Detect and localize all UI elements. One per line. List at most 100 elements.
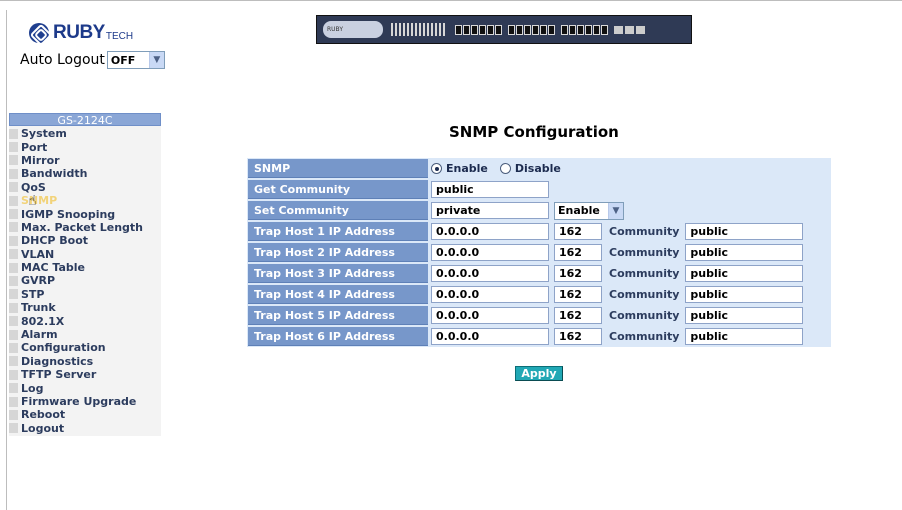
port-group-1	[455, 24, 502, 35]
community-label: Community	[609, 246, 680, 259]
snmp-disable-radio[interactable]	[499, 163, 511, 174]
trap-host-row: Trap Host 4 IP Address 0.0.0.0 162 Commu…	[247, 284, 831, 305]
sidebar-item-max-packet-length[interactable]: Max. Packet Length	[9, 221, 161, 234]
sidebar-item-mirror[interactable]: Mirror	[9, 154, 161, 167]
bullet-icon	[9, 396, 18, 407]
brand-name: RUBY	[53, 22, 105, 43]
auto-logout-select[interactable]: OFF ▼	[106, 51, 165, 69]
snmp-enable-label: Enable	[446, 162, 488, 175]
sidebar-item-tftp-server[interactable]: TFTP Server	[9, 368, 161, 381]
trap-host-ip-input[interactable]: 0.0.0.0	[431, 286, 549, 303]
sidebar-item-vlan[interactable]: VLAN	[9, 248, 161, 261]
community-label: Community	[609, 267, 680, 280]
page-title: SNMP Configuration	[449, 123, 619, 141]
bullet-icon	[9, 316, 18, 327]
get-community-row: Get Community public	[247, 179, 831, 200]
sidebar-item-log[interactable]: Log	[9, 381, 161, 395]
bullet-icon	[9, 409, 18, 420]
bullet-icon	[9, 182, 18, 193]
set-community-input[interactable]: private	[431, 202, 549, 219]
sidebar-item-reboot[interactable]: Reboot	[9, 408, 161, 421]
bullet-icon	[9, 289, 18, 300]
sidebar-item-mac-table[interactable]: MAC Table	[9, 261, 161, 274]
trap-host-label: Trap Host 3 IP Address	[248, 264, 428, 283]
sidebar-item-8021x[interactable]: 802.1X	[9, 314, 161, 328]
trap-host-port-input[interactable]: 162	[554, 265, 602, 282]
get-community-label: Get Community	[248, 180, 428, 199]
bullet-icon	[9, 128, 18, 139]
sidebar-item-diagnostics[interactable]: Diagnostics	[9, 355, 161, 368]
top-border	[0, 0, 902, 1]
trap-host-port-input[interactable]: 162	[554, 307, 602, 324]
snmp-label: SNMP	[248, 159, 428, 178]
chevron-down-icon: ▼	[148, 52, 164, 68]
sidebar-item-qos[interactable]: QoS	[9, 181, 161, 194]
sidebar-item-igmp-snooping[interactable]: IGMP Snooping	[9, 207, 161, 221]
bullet-icon	[9, 235, 18, 246]
trap-host-label: Trap Host 4 IP Address	[248, 285, 428, 304]
trap-host-row: Trap Host 5 IP Address 0.0.0.0 162 Commu…	[247, 305, 831, 326]
trap-host-ip-input[interactable]: 0.0.0.0	[431, 328, 549, 345]
bullet-icon	[9, 262, 18, 273]
sidebar-item-logout[interactable]: Logout	[9, 422, 161, 435]
trap-host-community-input[interactable]: public	[685, 328, 804, 345]
sidebar-item-bandwidth[interactable]: Bandwidth	[9, 167, 161, 180]
bullet-icon	[9, 222, 18, 233]
trap-host-row: Trap Host 6 IP Address 0.0.0.0 162 Commu…	[247, 326, 831, 347]
sidebar-item-system[interactable]: System	[9, 127, 161, 140]
sidebar-item-stp[interactable]: STP	[9, 288, 161, 301]
brand-logo: RUBY TECH	[29, 22, 133, 44]
snmp-radio-group: Enable Disable	[431, 162, 561, 175]
snmp-enable-radio[interactable]	[431, 163, 442, 174]
auto-logout-label: Auto Logout	[20, 52, 105, 68]
community-label: Community	[609, 288, 680, 301]
trap-host-port-input[interactable]: 162	[554, 286, 602, 303]
get-community-input[interactable]: public	[431, 181, 549, 198]
trap-host-ip-input[interactable]: 0.0.0.0	[431, 244, 549, 261]
trap-host-community-input[interactable]: public	[685, 307, 804, 324]
trap-host-label: Trap Host 6 IP Address	[248, 327, 428, 346]
sidebar-item-gvrp[interactable]: GVRP	[9, 274, 161, 287]
trap-host-community-input[interactable]: public	[685, 244, 804, 261]
trap-host-ip-input[interactable]: 0.0.0.0	[431, 223, 549, 240]
sidebar-item-port[interactable]: Port	[9, 140, 161, 154]
snmp-row: SNMP Enable Disable	[247, 158, 831, 179]
trap-host-row: Trap Host 1 IP Address 0.0.0.0 162 Commu…	[247, 221, 831, 242]
trap-host-port-input[interactable]: 162	[554, 328, 602, 345]
device-panel-image: RUBY	[316, 15, 692, 44]
sfp-port-icon	[625, 25, 634, 34]
set-community-state-select[interactable]: Enable ▼	[554, 201, 624, 220]
sidebar-item-firmware-upgrade[interactable]: Firmware Upgrade	[9, 395, 161, 408]
bullet-icon	[9, 356, 18, 367]
logo-mark-icon	[29, 23, 49, 43]
bullet-icon	[9, 383, 18, 394]
trap-host-port-input[interactable]: 162	[554, 244, 602, 261]
sidebar-list: System Port Mirror Bandwidth QoS SNMP IG…	[9, 126, 161, 436]
trap-host-community-input[interactable]: public	[685, 286, 804, 303]
auto-logout: Auto Logout OFF ▼	[20, 51, 165, 69]
bullet-icon	[9, 209, 18, 220]
device-badge: RUBY	[323, 21, 383, 38]
port-group-3	[561, 24, 608, 35]
sidebar-item-trunk[interactable]: Trunk	[9, 301, 161, 314]
trap-host-label: Trap Host 5 IP Address	[248, 306, 428, 325]
community-label: Community	[609, 225, 680, 238]
set-community-state-value: Enable	[558, 204, 600, 217]
bullet-icon	[9, 142, 18, 153]
bullet-icon	[9, 275, 18, 286]
bullet-icon	[9, 329, 18, 340]
trap-host-row: Trap Host 3 IP Address 0.0.0.0 162 Commu…	[247, 263, 831, 284]
apply-button[interactable]: Apply	[515, 366, 563, 381]
trap-host-community-input[interactable]: public	[685, 265, 804, 282]
sidebar-item-alarm[interactable]: Alarm	[9, 328, 161, 341]
auto-logout-value: OFF	[110, 53, 136, 67]
trap-host-community-input[interactable]: public	[685, 223, 804, 240]
sidebar-item-dhcp-boot[interactable]: DHCP Boot	[9, 234, 161, 247]
community-label: Community	[609, 330, 680, 343]
trap-host-label: Trap Host 1 IP Address	[248, 222, 428, 241]
trap-host-port-input[interactable]: 162	[554, 223, 602, 240]
trap-host-ip-input[interactable]: 0.0.0.0	[431, 307, 549, 324]
bullet-icon	[9, 168, 18, 179]
trap-host-ip-input[interactable]: 0.0.0.0	[431, 265, 549, 282]
sidebar-item-configuration[interactable]: Configuration	[9, 341, 161, 354]
